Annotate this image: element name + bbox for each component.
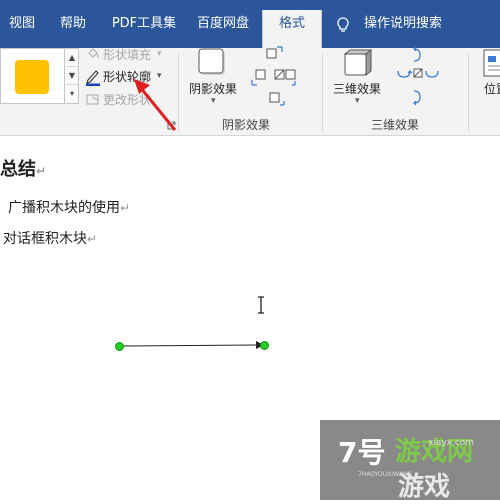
svg-text:7HAOYOUXIWANG: 7HAOYOUXIWANG	[358, 471, 412, 478]
doc-heading: 总结↵	[0, 155, 46, 181]
paragraph-mark: ↵	[120, 201, 131, 215]
shadow-effects-dropdown-icon[interactable]: ▾	[211, 96, 216, 106]
tab-view[interactable]: 视图	[0, 10, 44, 38]
text-cursor-icon	[258, 296, 264, 314]
shape-fill-dropdown-icon[interactable]: ▾	[157, 49, 162, 59]
doc-line-text: 对话框积木块	[3, 231, 87, 247]
shadow-nudge-icon[interactable]	[250, 45, 296, 109]
shape-style-swatch[interactable]	[15, 60, 49, 94]
group-separator	[322, 54, 323, 132]
annotation-arrow	[134, 79, 177, 131]
tell-me-search[interactable]: 操作说明搜索	[364, 10, 442, 38]
site-watermark: 7号 游戏网 游戏 xiayx.com 7HAOYOUXIWANG	[320, 420, 500, 502]
change-shape-icon	[86, 94, 99, 105]
shadow-effects-icon	[198, 48, 225, 75]
position-icon	[483, 49, 500, 77]
shadow-effects-button[interactable]: 阴影效果	[189, 80, 237, 97]
group-separator	[178, 54, 179, 132]
lightbulb-icon[interactable]	[337, 17, 349, 33]
three-d-effects-button[interactable]: 三维效果	[333, 80, 381, 97]
group-separator	[468, 54, 469, 132]
three-d-effects-icon	[343, 48, 373, 77]
three-d-tilt-icon[interactable]	[394, 45, 440, 109]
doc-line: 对话框积木块↵	[3, 228, 97, 248]
line-start-handle[interactable]	[115, 342, 124, 351]
gallery-more-icon[interactable]: ▼	[66, 67, 78, 85]
tab-format[interactable]: 格式	[262, 10, 322, 48]
three-d-effects-dropdown-icon[interactable]: ▾	[355, 96, 360, 106]
tab-help[interactable]: 帮助	[48, 10, 98, 38]
doc-line-text: 广播积木块的使用	[8, 200, 120, 216]
tab-baidu-netdisk[interactable]: 百度网盘	[190, 10, 256, 38]
paragraph-mark: ↵	[87, 232, 98, 246]
position-button[interactable]: 位置	[484, 80, 500, 97]
svg-text:xiayx.com: xiayx.com	[428, 438, 474, 448]
paragraph-mark: ↵	[36, 164, 47, 178]
three-d-effects-group-label: 三维效果	[371, 118, 420, 132]
watermark-logo-icon: 7号 游戏网 游戏 xiayx.com 7HAOYOUXIWANG	[338, 436, 474, 502]
doc-line: 广播积木块的使用↵	[8, 197, 130, 217]
svg-text:7号: 7号	[338, 436, 385, 469]
pen-outline-icon	[86, 70, 100, 86]
tab-pdf-tools[interactable]: PDF工具集	[102, 10, 186, 38]
line-shape[interactable]	[112, 338, 272, 354]
shape-fill-button[interactable]: 形状填充	[103, 45, 151, 65]
line-end-handle[interactable]	[260, 341, 269, 350]
shadow-effects-group-label: 阴影效果	[222, 118, 271, 132]
gallery-expand-icon[interactable]: ▾	[66, 85, 78, 102]
doc-heading-text: 总结	[0, 159, 36, 180]
gallery-up-icon[interactable]: ▲	[66, 49, 78, 67]
paint-bucket-icon	[88, 48, 99, 59]
